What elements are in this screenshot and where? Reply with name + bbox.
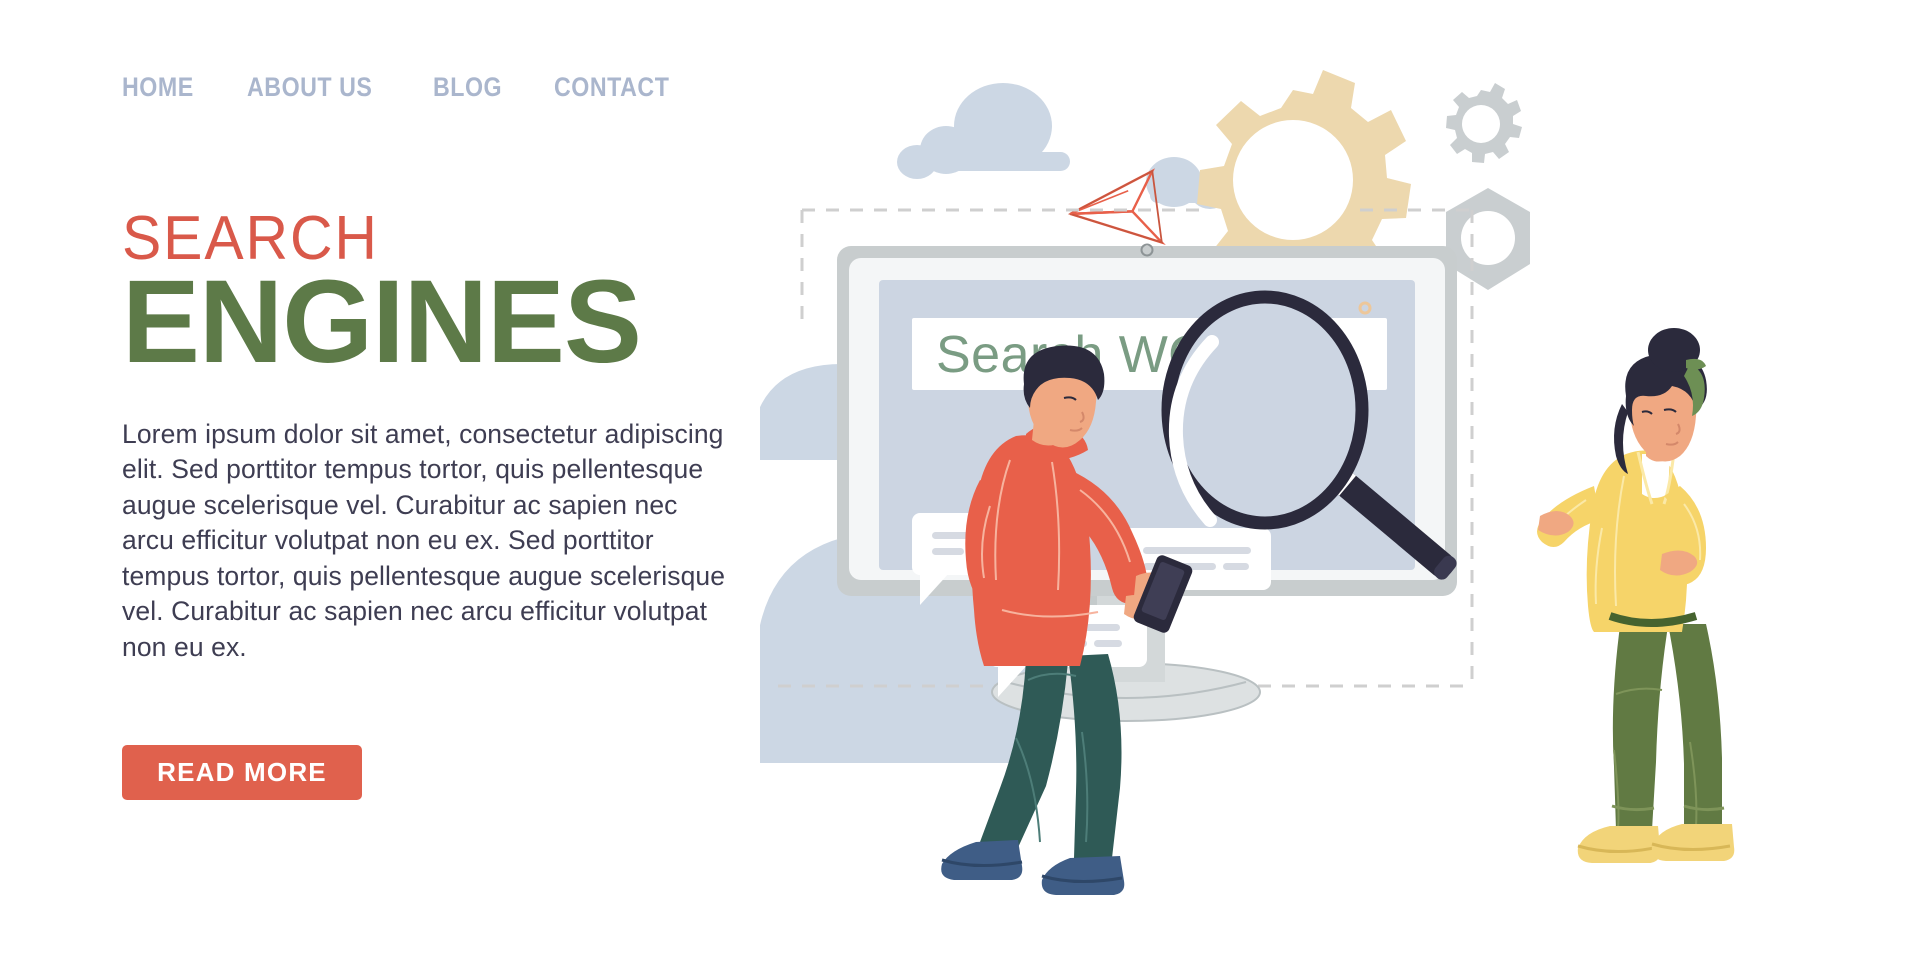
nav-item-home[interactable]: HOME xyxy=(122,72,194,103)
person-woman xyxy=(1537,328,1735,863)
read-more-button[interactable]: READ MORE xyxy=(122,745,362,800)
nav-item-contact[interactable]: CONTACT xyxy=(554,72,669,103)
hero-description: Lorem ipsum dolor sit amet, consectetur … xyxy=(122,418,726,662)
nut-icon xyxy=(1446,188,1530,290)
cloud-icon xyxy=(897,83,1070,179)
small-gear-icon xyxy=(1446,83,1522,163)
main-navigation: HOME ABOUT US BLOG CONTACT xyxy=(122,72,688,103)
nav-item-blog[interactable]: BLOG xyxy=(433,72,502,103)
landing-page: HOME ABOUT US BLOG CONTACT SEARCH ENGINE… xyxy=(0,0,1920,960)
hero-copy: SEARCH ENGINES Lorem ipsum dolor sit ame… xyxy=(122,208,762,665)
nav-item-about-us[interactable]: ABOUT US xyxy=(247,72,372,103)
hero-illustration: Search WORK xyxy=(760,60,1920,900)
page-title-bottom: ENGINES xyxy=(122,255,642,388)
